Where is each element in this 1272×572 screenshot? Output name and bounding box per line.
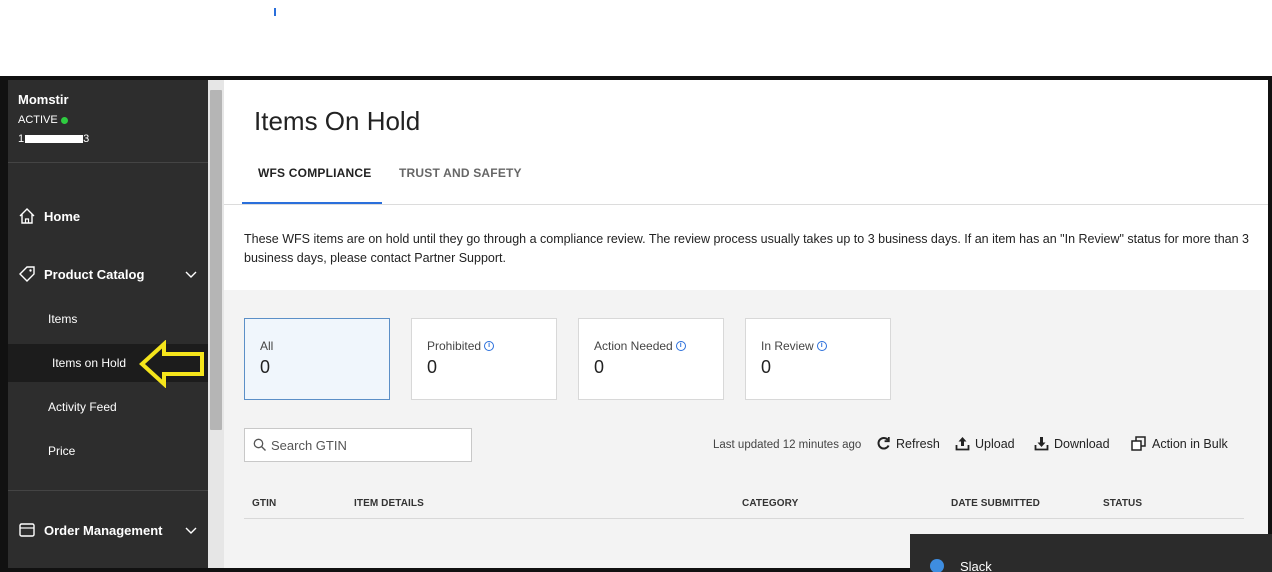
filter-card-action-needed[interactable]: Action Needed i 0 — [578, 318, 724, 400]
sidebar-item-label: Price — [48, 444, 76, 458]
chevron-down-icon[interactable] — [184, 523, 198, 537]
card-count: 0 — [260, 357, 271, 377]
card-label-text: Action Needed — [594, 339, 673, 353]
chevron-down-icon[interactable] — [184, 267, 198, 281]
sidebar-item-label: Items — [48, 312, 78, 326]
info-icon[interactable]: i — [816, 341, 827, 351]
sidebar-item-label: Activity Feed — [48, 400, 117, 414]
search-gtin-box[interactable] — [244, 428, 472, 462]
search-input[interactable] — [271, 437, 451, 453]
box-icon — [19, 523, 35, 537]
tab-trust-and-safety[interactable]: TRUST AND SAFETY — [399, 166, 522, 180]
info-icon[interactable]: i — [675, 341, 686, 351]
refresh-icon — [877, 436, 890, 450]
seller-name: Momstir — [18, 92, 69, 107]
bulk-label: Action in Bulk — [1152, 437, 1228, 451]
upload-icon — [955, 437, 970, 451]
seller-id: 1 3 — [18, 133, 89, 145]
card-label-text: Prohibited — [427, 339, 482, 353]
sidebar-item-product-catalog[interactable]: Product Catalog — [8, 262, 208, 286]
sidebar-item-price[interactable]: Price — [8, 432, 208, 470]
highlight-arrow-icon — [139, 340, 204, 388]
sidebar-item-items[interactable]: Items — [8, 300, 208, 338]
upload-button[interactable]: Upload — [955, 436, 1015, 451]
bulk-action-icon — [1131, 436, 1146, 451]
page-title: Items On Hold — [254, 106, 421, 136]
column-header-status[interactable]: STATUS — [1103, 498, 1142, 509]
refresh-button[interactable]: Refresh — [876, 436, 940, 451]
download-label: Download — [1054, 436, 1110, 451]
page-top-marker — [274, 8, 276, 16]
screenshot-stage: Momstir ACTIVE 1 3 Home Product Catalog — [0, 0, 1272, 572]
sidebar-item-home[interactable]: Home — [8, 204, 208, 228]
card-label: Action Needed i — [594, 339, 686, 353]
redaction-bar — [25, 135, 84, 143]
filter-card-all[interactable]: All 0 — [244, 318, 390, 400]
seller-id-end: 3 — [83, 133, 90, 145]
sidebar-divider — [8, 162, 208, 163]
download-button[interactable]: Download — [1034, 436, 1110, 451]
action-in-bulk-button[interactable]: Action in Bulk — [1130, 436, 1228, 452]
card-label-text: All — [260, 339, 274, 353]
compliance-notice: These WFS items are on hold until they g… — [244, 232, 1249, 265]
sidebar-item-label: Home — [44, 208, 81, 224]
card-count: 0 — [427, 357, 438, 377]
seller-id-start: 1 — [18, 133, 25, 145]
download-icon — [1034, 437, 1049, 451]
tab-divider — [224, 204, 1268, 205]
search-icon — [253, 438, 266, 451]
filter-card-in-review[interactable]: In Review i 0 — [745, 318, 891, 400]
seller-status-label: ACTIVE — [18, 114, 58, 126]
sidebar-item-label: Product Catalog — [44, 266, 145, 282]
card-count: 0 — [761, 357, 772, 377]
sidebar-item-label: Order Management — [44, 522, 163, 538]
last-updated-text: Last updated 12 minutes ago — [713, 439, 862, 451]
column-header-category[interactable]: CATEGORY — [742, 498, 798, 509]
sidebar: Momstir ACTIVE 1 3 Home Product Catalog — [8, 80, 208, 568]
slack-app-icon — [930, 559, 944, 572]
card-label-text: In Review — [761, 339, 814, 353]
column-header-date-submitted[interactable]: DATE SUBMITTED — [951, 498, 1040, 509]
status-dot-icon — [60, 116, 68, 124]
card-count: 0 — [594, 357, 605, 377]
sidebar-scrollbar-thumb[interactable] — [210, 90, 222, 430]
tab-wfs-compliance[interactable]: WFS COMPLIANCE — [258, 166, 371, 180]
taskbar-popup[interactable]: Slack — [910, 534, 1272, 572]
card-label: Prohibited i — [427, 339, 495, 353]
app-window: Momstir ACTIVE 1 3 Home Product Catalog — [0, 76, 1272, 572]
upload-label: Upload — [975, 436, 1015, 451]
info-icon[interactable]: i — [484, 341, 495, 351]
slack-label: Slack — [960, 559, 992, 572]
sidebar-item-order-management[interactable]: Order Management — [8, 518, 208, 542]
sidebar-item-activity-feed[interactable]: Activity Feed — [8, 388, 208, 426]
sidebar-item-label: Items on Hold — [52, 356, 127, 370]
tag-icon — [19, 266, 35, 282]
filter-card-prohibited[interactable]: Prohibited i 0 — [411, 318, 557, 400]
sidebar-divider — [8, 490, 208, 491]
column-header-item-details[interactable]: ITEM DETAILS — [354, 498, 424, 509]
card-label: All — [260, 339, 273, 353]
table-header: GTIN ITEM DETAILS CATEGORY DATE SUBMITTE… — [244, 485, 1244, 519]
card-label: In Review i — [761, 339, 827, 353]
seller-status: ACTIVE — [18, 114, 68, 126]
refresh-label: Refresh — [896, 436, 940, 451]
home-icon — [19, 208, 35, 224]
column-header-gtin[interactable]: GTIN — [252, 498, 276, 509]
main-content: Items On Hold WFS COMPLIANCE TRUST AND S… — [224, 80, 1268, 568]
